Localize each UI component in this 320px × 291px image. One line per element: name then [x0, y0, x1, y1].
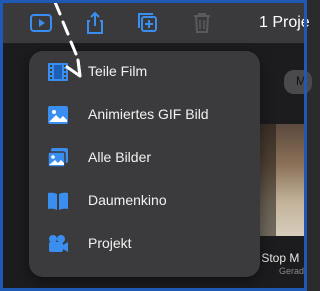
play-icon — [30, 14, 52, 32]
project-thumbnail[interactable] — [256, 124, 307, 236]
share-menu: Teile Film Animiertes GIF Bild Alle Bild… — [29, 51, 260, 277]
pill-label: M — [296, 74, 306, 88]
menu-item-label: Teile Film — [88, 63, 148, 79]
menu-item-flipbook[interactable]: Daumenkino — [29, 181, 260, 221]
menu-item-label: Alle Bilder — [88, 149, 152, 165]
menu-item-project[interactable]: Projekt — [29, 224, 260, 264]
menu-item-all-images[interactable]: Alle Bilder — [29, 138, 260, 178]
delete-button[interactable] — [190, 11, 214, 35]
toolbar: 1 Proje — [3, 3, 310, 44]
menu-item-label: Animiertes GIF Bild — [88, 106, 209, 122]
movie-camera-icon — [46, 232, 70, 256]
add-clip-button[interactable] — [136, 11, 160, 35]
project-subcaption: Gerad — [279, 266, 305, 276]
menu-item-share-film[interactable]: Teile Film — [29, 52, 260, 92]
menu-item-label: Projekt — [88, 235, 132, 251]
share-button[interactable] — [83, 11, 107, 35]
segment-pill[interactable]: M — [284, 70, 312, 94]
images-icon — [46, 146, 70, 170]
image-icon — [46, 103, 70, 127]
trash-icon — [194, 13, 210, 33]
menu-item-animated-gif[interactable]: Animiertes GIF Bild — [29, 95, 260, 135]
menu-item-label: Daumenkino — [88, 192, 167, 208]
add-clip-icon — [138, 13, 157, 32]
project-title: 1 Proje — [259, 14, 310, 31]
share-icon — [87, 11, 103, 34]
film-icon — [46, 60, 70, 84]
book-icon — [46, 189, 70, 213]
play-button[interactable] — [29, 11, 53, 35]
